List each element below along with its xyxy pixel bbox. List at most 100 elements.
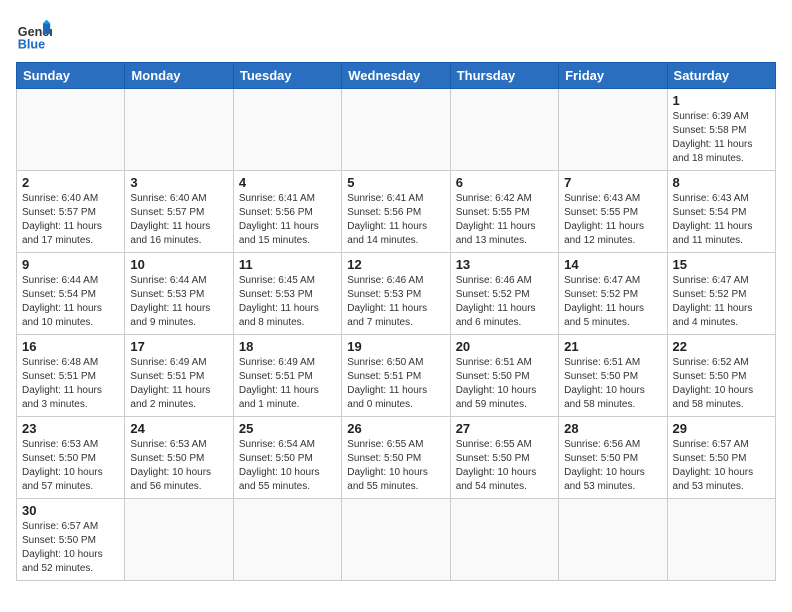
day-number: 30 xyxy=(22,503,119,518)
calendar-cell: 8 Sunrise: 6:43 AM Sunset: 5:54 PM Daylig… xyxy=(667,171,775,253)
day-number: 3 xyxy=(130,175,227,190)
day-of-week-header: Wednesday xyxy=(342,63,450,89)
calendar-week-row: 9Sunrise: 6:44 AM Sunset: 5:54 PM Daylig… xyxy=(17,253,776,335)
day-info: Sunrise: 6:48 AM Sunset: 5:51 PM Dayligh… xyxy=(22,356,119,412)
day-of-week-header: Monday xyxy=(125,63,233,89)
calendar-cell: 3 Sunrise: 6:40 AM Sunset: 5:57 PM Daylig… xyxy=(125,171,233,253)
calendar-cell xyxy=(233,499,341,581)
day-number: 20 xyxy=(456,339,553,354)
day-info: Sunrise: 6:51 AM Sunset: 5:50 PM Dayligh… xyxy=(456,356,553,412)
day-number: 18 xyxy=(239,339,336,354)
day-number: 4 xyxy=(239,175,336,190)
calendar-cell: 11Sunrise: 6:45 AM Sunset: 5:53 PM Dayli… xyxy=(233,253,341,335)
calendar-cell xyxy=(125,499,233,581)
day-number: 1 xyxy=(673,93,770,108)
day-number: 17 xyxy=(130,339,227,354)
calendar-cell xyxy=(233,89,341,171)
day-number: 7 xyxy=(564,175,661,190)
day-info: Sunrise: 6:56 AM Sunset: 5:50 PM Dayligh… xyxy=(564,438,661,494)
day-info: Sunrise: 6:46 AM Sunset: 5:53 PM Dayligh… xyxy=(347,274,444,330)
calendar-cell: 28 Sunrise: 6:56 AM Sunset: 5:50 PM Dayli… xyxy=(559,417,667,499)
calendar-cell xyxy=(450,89,558,171)
calendar-week-row: 30 Sunrise: 6:57 AM Sunset: 5:50 PM Dayli… xyxy=(17,499,776,581)
calendar-cell xyxy=(342,499,450,581)
calendar-cell: 20 Sunrise: 6:51 AM Sunset: 5:50 PM Dayli… xyxy=(450,335,558,417)
day-number: 26 xyxy=(347,421,444,436)
calendar-cell: 15 Sunrise: 6:47 AM Sunset: 5:52 PM Dayli… xyxy=(667,253,775,335)
day-number: 6 xyxy=(456,175,553,190)
day-info: Sunrise: 6:43 AM Sunset: 5:55 PM Dayligh… xyxy=(564,192,661,248)
day-info: Sunrise: 6:41 AM Sunset: 5:56 PM Dayligh… xyxy=(347,192,444,248)
day-info: Sunrise: 6:57 AM Sunset: 5:50 PM Dayligh… xyxy=(673,438,770,494)
calendar-header-row: SundayMondayTuesdayWednesdayThursdayFrid… xyxy=(17,63,776,89)
calendar-cell: 14Sunrise: 6:47 AM Sunset: 5:52 PM Dayli… xyxy=(559,253,667,335)
day-info: Sunrise: 6:44 AM Sunset: 5:54 PM Dayligh… xyxy=(22,274,119,330)
day-info: Sunrise: 6:40 AM Sunset: 5:57 PM Dayligh… xyxy=(130,192,227,248)
calendar-cell: 2 Sunrise: 6:40 AM Sunset: 5:57 PM Daylig… xyxy=(17,171,125,253)
day-number: 8 xyxy=(673,175,770,190)
calendar-cell: 21 Sunrise: 6:51 AM Sunset: 5:50 PM Dayli… xyxy=(559,335,667,417)
calendar-cell: 27 Sunrise: 6:55 AM Sunset: 5:50 PM Dayli… xyxy=(450,417,558,499)
calendar-cell: 1Sunrise: 6:39 AM Sunset: 5:58 PM Daylig… xyxy=(667,89,775,171)
day-info: Sunrise: 6:41 AM Sunset: 5:56 PM Dayligh… xyxy=(239,192,336,248)
day-info: Sunrise: 6:40 AM Sunset: 5:57 PM Dayligh… xyxy=(22,192,119,248)
calendar-week-row: 16Sunrise: 6:48 AM Sunset: 5:51 PM Dayli… xyxy=(17,335,776,417)
day-number: 22 xyxy=(673,339,770,354)
day-info: Sunrise: 6:47 AM Sunset: 5:52 PM Dayligh… xyxy=(673,274,770,330)
day-info: Sunrise: 6:52 AM Sunset: 5:50 PM Dayligh… xyxy=(673,356,770,412)
calendar-cell: 24Sunrise: 6:53 AM Sunset: 5:50 PM Dayli… xyxy=(125,417,233,499)
day-number: 10 xyxy=(130,257,227,272)
day-of-week-header: Friday xyxy=(559,63,667,89)
calendar-cell xyxy=(667,499,775,581)
page-header: General Blue xyxy=(16,16,776,52)
day-number: 14 xyxy=(564,257,661,272)
calendar-week-row: 1Sunrise: 6:39 AM Sunset: 5:58 PM Daylig… xyxy=(17,89,776,171)
day-of-week-header: Tuesday xyxy=(233,63,341,89)
day-info: Sunrise: 6:42 AM Sunset: 5:55 PM Dayligh… xyxy=(456,192,553,248)
calendar-cell: 13Sunrise: 6:46 AM Sunset: 5:52 PM Dayli… xyxy=(450,253,558,335)
day-number: 5 xyxy=(347,175,444,190)
calendar-cell xyxy=(17,89,125,171)
calendar-cell xyxy=(450,499,558,581)
calendar-week-row: 2 Sunrise: 6:40 AM Sunset: 5:57 PM Daylig… xyxy=(17,171,776,253)
calendar-cell: 6 Sunrise: 6:42 AM Sunset: 5:55 PM Daylig… xyxy=(450,171,558,253)
calendar-cell: 30 Sunrise: 6:57 AM Sunset: 5:50 PM Dayli… xyxy=(17,499,125,581)
calendar-cell: 4 Sunrise: 6:41 AM Sunset: 5:56 PM Daylig… xyxy=(233,171,341,253)
calendar-cell: 16Sunrise: 6:48 AM Sunset: 5:51 PM Dayli… xyxy=(17,335,125,417)
calendar-cell: 22 Sunrise: 6:52 AM Sunset: 5:50 PM Dayli… xyxy=(667,335,775,417)
day-of-week-header: Saturday xyxy=(667,63,775,89)
day-number: 23 xyxy=(22,421,119,436)
day-info: Sunrise: 6:55 AM Sunset: 5:50 PM Dayligh… xyxy=(456,438,553,494)
calendar-week-row: 23 Sunrise: 6:53 AM Sunset: 5:50 PM Dayli… xyxy=(17,417,776,499)
day-info: Sunrise: 6:53 AM Sunset: 5:50 PM Dayligh… xyxy=(22,438,119,494)
day-number: 21 xyxy=(564,339,661,354)
day-info: Sunrise: 6:57 AM Sunset: 5:50 PM Dayligh… xyxy=(22,520,119,576)
day-number: 2 xyxy=(22,175,119,190)
day-info: Sunrise: 6:55 AM Sunset: 5:50 PM Dayligh… xyxy=(347,438,444,494)
day-number: 28 xyxy=(564,421,661,436)
logo: General Blue xyxy=(16,16,52,52)
svg-text:Blue: Blue xyxy=(18,37,45,51)
day-info: Sunrise: 6:49 AM Sunset: 5:51 PM Dayligh… xyxy=(239,356,336,412)
day-info: Sunrise: 6:43 AM Sunset: 5:54 PM Dayligh… xyxy=(673,192,770,248)
day-info: Sunrise: 6:44 AM Sunset: 5:53 PM Dayligh… xyxy=(130,274,227,330)
day-number: 15 xyxy=(673,257,770,272)
day-number: 12 xyxy=(347,257,444,272)
calendar-cell: 26 Sunrise: 6:55 AM Sunset: 5:50 PM Dayli… xyxy=(342,417,450,499)
day-number: 27 xyxy=(456,421,553,436)
calendar-cell xyxy=(342,89,450,171)
day-info: Sunrise: 6:45 AM Sunset: 5:53 PM Dayligh… xyxy=(239,274,336,330)
calendar-cell: 5 Sunrise: 6:41 AM Sunset: 5:56 PM Daylig… xyxy=(342,171,450,253)
calendar-cell: 25Sunrise: 6:54 AM Sunset: 5:50 PM Dayli… xyxy=(233,417,341,499)
calendar-cell xyxy=(559,89,667,171)
day-info: Sunrise: 6:50 AM Sunset: 5:51 PM Dayligh… xyxy=(347,356,444,412)
day-info: Sunrise: 6:49 AM Sunset: 5:51 PM Dayligh… xyxy=(130,356,227,412)
calendar-cell: 17 Sunrise: 6:49 AM Sunset: 5:51 PM Dayli… xyxy=(125,335,233,417)
day-number: 13 xyxy=(456,257,553,272)
calendar-cell: 29Sunrise: 6:57 AM Sunset: 5:50 PM Dayli… xyxy=(667,417,775,499)
calendar-cell: 9Sunrise: 6:44 AM Sunset: 5:54 PM Daylig… xyxy=(17,253,125,335)
day-number: 19 xyxy=(347,339,444,354)
logo-icon: General Blue xyxy=(16,16,52,52)
day-info: Sunrise: 6:51 AM Sunset: 5:50 PM Dayligh… xyxy=(564,356,661,412)
calendar-cell: 18 Sunrise: 6:49 AM Sunset: 5:51 PM Dayli… xyxy=(233,335,341,417)
